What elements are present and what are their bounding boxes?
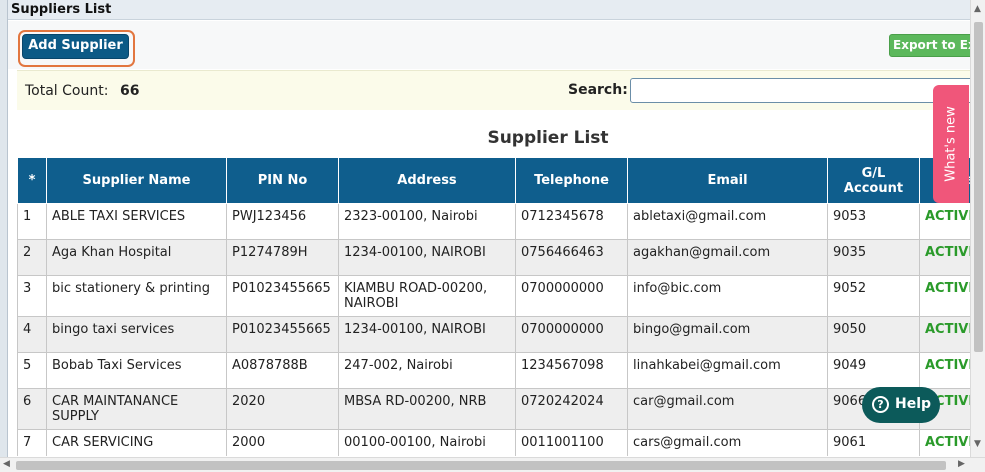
- column-header-supplier-name[interactable]: Supplier Name: [46, 157, 227, 204]
- cell-gl-account: 9052: [827, 275, 920, 317]
- table-row[interactable]: 3 bic stationery & printing P01023455665…: [17, 275, 970, 317]
- column-header-address[interactable]: Address: [338, 157, 516, 204]
- cell-address: 1234-00100, NAIROBI: [338, 239, 516, 276]
- vertical-scroll-thumb[interactable]: [974, 22, 983, 352]
- table-row[interactable]: 5 Bobab Taxi Services A0878788B 247-002,…: [17, 352, 970, 389]
- cell-supplier-name: ABLE TAXI SERVICES: [46, 203, 227, 240]
- summary-bar: Total Count: 66 Search:: [17, 70, 975, 110]
- cell-email: info@bic.com: [627, 275, 828, 317]
- cell-pin-no: P01023455665: [226, 275, 339, 317]
- cell-gl-account: 9061: [827, 429, 920, 456]
- table-row[interactable]: 7 CAR SERVICING 2000 00100-00100, Nairob…: [17, 429, 970, 456]
- cell-email: agakhan@gmail.com: [627, 239, 828, 276]
- cell-supplier-name: bic stationery & printing: [46, 275, 227, 317]
- cell-gl-account: 9049: [827, 352, 920, 389]
- cell-address: MBSA RD-00200, NRB: [338, 388, 516, 430]
- cell-telephone: 1234567098: [515, 352, 628, 389]
- search-label: Search:: [568, 82, 628, 98]
- help-button[interactable]: ? Help: [862, 387, 940, 423]
- whats-new-tab[interactable]: What's new: [933, 85, 969, 203]
- cell-telephone: 0720242024: [515, 388, 628, 430]
- supplier-table: * Supplier Name PIN No Address Telephone…: [17, 157, 970, 456]
- whats-new-label: What's new: [943, 106, 959, 182]
- scroll-down-arrow-icon[interactable]: ▼: [974, 439, 981, 449]
- cell-pin-no: 2000: [226, 429, 339, 456]
- cell-supplier-name: Aga Khan Hospital: [46, 239, 227, 276]
- cell-email: cars@gmail.com: [627, 429, 828, 456]
- help-label: Help: [895, 396, 932, 412]
- column-header-gl-account[interactable]: G/L Account: [827, 157, 920, 204]
- cell-email: bingo@gmail.com: [627, 316, 828, 353]
- cell-address: KIAMBU ROAD-00200, NAIROBI: [338, 275, 516, 317]
- cell-supplier-name: CAR MAINTANANCE SUPPLY: [46, 388, 227, 430]
- cell-status: ACTIVE: [919, 275, 970, 317]
- cell-gl-account: 9035: [827, 239, 920, 276]
- table-row[interactable]: 4 bingo taxi services P01023455665 1234-…: [17, 316, 970, 353]
- total-count-label: Total Count:: [25, 83, 109, 99]
- cell-pin-no: P1274789H: [226, 239, 339, 276]
- cell-index: 1: [17, 203, 47, 240]
- cell-status: ACTIVE: [919, 352, 970, 389]
- scroll-right-arrow-icon[interactable]: ▶: [958, 459, 965, 469]
- column-header-pin-no[interactable]: PIN No: [226, 157, 339, 204]
- cell-gl-account: 9050: [827, 316, 920, 353]
- cell-address: 247-002, Nairobi: [338, 352, 516, 389]
- cell-index: 4: [17, 316, 47, 353]
- cell-telephone: 0700000000: [515, 316, 628, 353]
- cell-pin-no: 2020: [226, 388, 339, 430]
- cell-index: 5: [17, 352, 47, 389]
- vertical-scrollbar[interactable]: ▲ ▼: [970, 0, 985, 457]
- cell-status: ACTIVE: [919, 203, 970, 240]
- left-frame-border: [0, 0, 8, 472]
- question-mark-icon: ?: [872, 396, 889, 413]
- cell-telephone: 0700000000: [515, 275, 628, 317]
- cell-address: 00100-00100, Nairobi: [338, 429, 516, 456]
- table-title: Supplier List: [487, 128, 609, 148]
- scroll-left-arrow-icon[interactable]: ◀: [3, 459, 10, 469]
- cell-supplier-name: Bobab Taxi Services: [46, 352, 227, 389]
- toolbar: Add Supplier Export to Excel: [8, 21, 979, 69]
- table-row[interactable]: 1 ABLE TAXI SERVICES PWJ123456 2323-0010…: [17, 203, 970, 240]
- table-header-row: * Supplier Name PIN No Address Telephone…: [17, 157, 970, 204]
- table-row[interactable]: 2 Aga Khan Hospital P1274789H 1234-00100…: [17, 239, 970, 276]
- cell-index: 7: [17, 429, 47, 456]
- cell-index: 6: [17, 388, 47, 430]
- cell-telephone: 0712345678: [515, 203, 628, 240]
- cell-supplier-name: bingo taxi services: [46, 316, 227, 353]
- export-to-excel-button[interactable]: Export to Excel: [889, 34, 979, 57]
- horizontal-scroll-thumb[interactable]: [16, 461, 946, 470]
- cell-status: ACTIVE: [919, 429, 970, 456]
- horizontal-scrollbar[interactable]: ◀ ▶: [0, 457, 985, 472]
- total-count-value: 66: [120, 83, 140, 99]
- cell-supplier-name: CAR SERVICING: [46, 429, 227, 456]
- cell-status: ACTIVE: [919, 239, 970, 276]
- cell-gl-account: 9053: [827, 203, 920, 240]
- cell-email: car@gmail.com: [627, 388, 828, 430]
- column-header-telephone[interactable]: Telephone: [515, 157, 628, 204]
- panel-title: Suppliers List: [8, 0, 970, 20]
- cell-pin-no: A0878788B: [226, 352, 339, 389]
- cell-address: 2323-00100, Nairobi: [338, 203, 516, 240]
- cell-status: ACTIVE: [919, 316, 970, 353]
- cell-index: 2: [17, 239, 47, 276]
- cell-index: 3: [17, 275, 47, 317]
- column-header-index[interactable]: *: [17, 157, 47, 204]
- supplier-table-container: * Supplier Name PIN No Address Telephone…: [17, 157, 970, 456]
- cell-pin-no: P01023455665: [226, 316, 339, 353]
- column-header-email[interactable]: Email: [627, 157, 828, 204]
- cell-telephone: 0756466463: [515, 239, 628, 276]
- cell-telephone: 0011001100: [515, 429, 628, 456]
- scroll-up-arrow-icon[interactable]: ▲: [974, 4, 981, 14]
- cell-email: abletaxi@gmail.com: [627, 203, 828, 240]
- cell-address: 1234-00100, NAIROBI: [338, 316, 516, 353]
- add-supplier-button[interactable]: Add Supplier: [22, 34, 129, 59]
- cell-email: linahkabei@gmail.com: [627, 352, 828, 389]
- search-input[interactable]: [630, 78, 975, 103]
- cell-pin-no: PWJ123456: [226, 203, 339, 240]
- table-row[interactable]: 6 CAR MAINTANANCE SUPPLY 2020 MBSA RD-00…: [17, 388, 970, 430]
